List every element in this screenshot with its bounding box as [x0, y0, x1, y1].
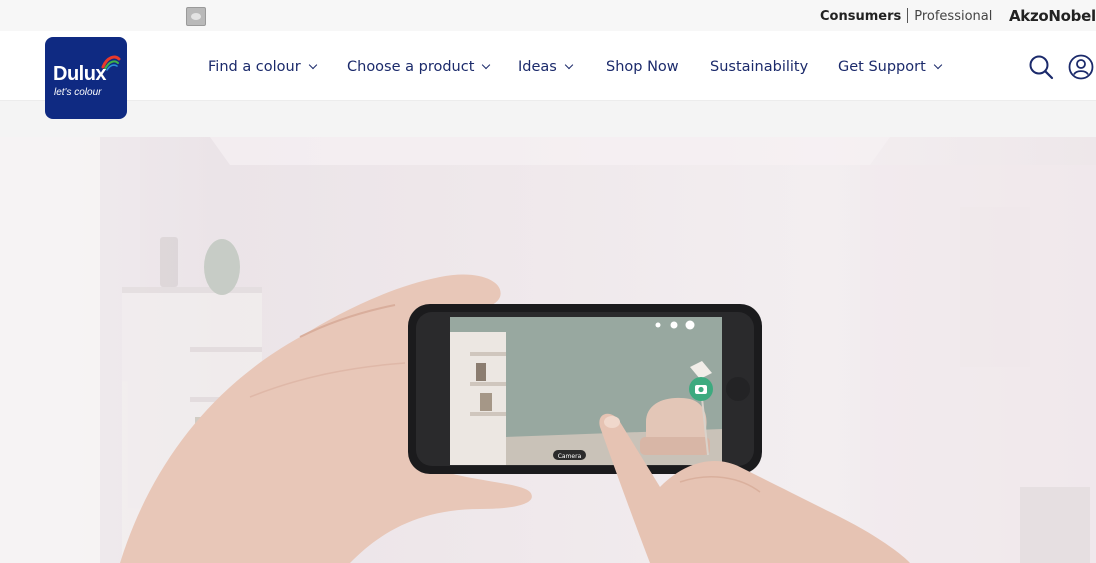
chevron-down-icon	[564, 60, 574, 70]
akzonobel-logo[interactable]: AkzoNobel	[1009, 7, 1096, 25]
nav-choose-a-product[interactable]: Choose a product	[347, 59, 491, 75]
nav-label: Get Support	[838, 59, 926, 75]
utility-bar: Consumers Professional AkzoNobel	[0, 0, 1096, 31]
nav-sustainability[interactable]: Sustainability	[710, 59, 808, 75]
user-icon[interactable]	[1068, 54, 1094, 80]
nav-label: Sustainability	[710, 59, 809, 75]
search-icon[interactable]	[1028, 54, 1054, 80]
nav-label: Ideas	[518, 59, 557, 75]
hero-illustration: Camera	[0, 137, 1096, 563]
audience-switch: Consumers Professional	[820, 8, 992, 24]
audience-divider	[907, 8, 909, 23]
nav-label: Find a colour	[208, 59, 301, 75]
breadcrumb-band	[0, 101, 1096, 137]
logo-wordmark: Dulux	[53, 63, 107, 85]
chevron-down-icon	[933, 60, 943, 70]
nav-label: Choose a product	[347, 59, 475, 75]
camera-mode-label: Camera	[558, 453, 582, 460]
smartphone: Camera	[408, 304, 762, 474]
chevron-down-icon	[482, 60, 491, 70]
professional-link[interactable]: Professional	[914, 9, 992, 24]
certification-badge-icon	[186, 7, 206, 26]
nav-shop-now[interactable]: Shop Now	[606, 59, 679, 75]
hero-image: Camera	[0, 137, 1096, 563]
consumers-link[interactable]: Consumers	[820, 9, 901, 24]
nav-find-a-colour[interactable]: Find a colour	[208, 59, 317, 75]
chevron-down-icon	[308, 60, 317, 70]
nav-label: Shop Now	[606, 59, 679, 75]
logo-tagline: let's colour	[54, 87, 102, 98]
nav-get-support[interactable]: Get Support	[838, 59, 943, 75]
nav-ideas[interactable]: Ideas	[518, 59, 574, 75]
site-header: Dulux let's colour Find a colour Choose …	[0, 31, 1096, 119]
dulux-logo[interactable]: Dulux let's colour	[45, 37, 127, 119]
